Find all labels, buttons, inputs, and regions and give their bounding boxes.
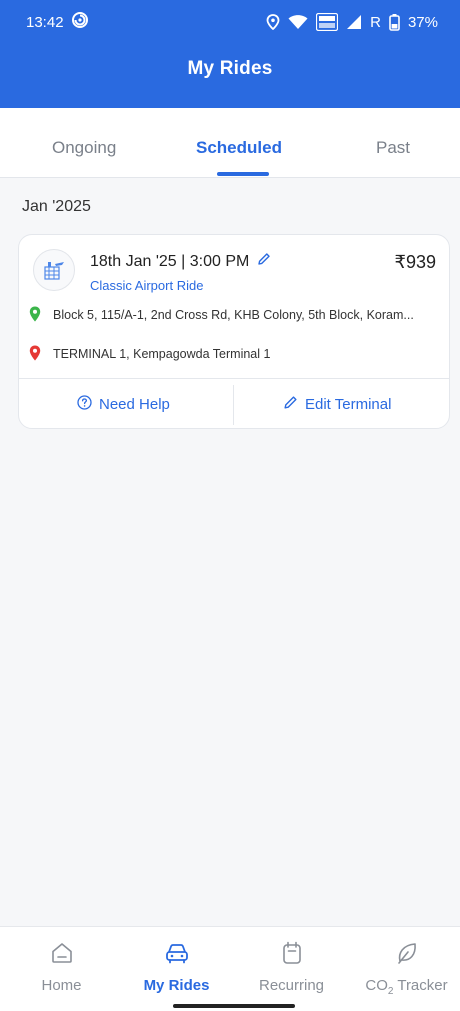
scheduled-ride-card[interactable]: 18th Jan '25 | 3:00 PM Classic Airport R… bbox=[18, 234, 450, 429]
co2-label-suffix: Tracker bbox=[393, 977, 448, 994]
card-divider bbox=[19, 378, 449, 379]
edit-time-pencil-icon[interactable] bbox=[257, 252, 271, 271]
month-heading: Jan '2025 bbox=[22, 198, 91, 215]
ride-date-text: 18th Jan '25 | 3:00 PM bbox=[90, 252, 250, 270]
actions-divider bbox=[233, 385, 234, 425]
tab-scheduled[interactable]: Scheduled bbox=[196, 138, 282, 158]
app-header: 13:42 R 37% My Rides bbox=[0, 0, 460, 108]
pencil-icon bbox=[283, 395, 298, 414]
need-help-label: Need Help bbox=[99, 396, 170, 413]
calendar-icon bbox=[281, 941, 303, 965]
roaming-label: R bbox=[370, 13, 381, 31]
app-notification-icon bbox=[71, 12, 88, 32]
nav-recurring-label: Recurring bbox=[258, 977, 325, 994]
wifi-icon bbox=[288, 14, 308, 30]
page-title: My Rides bbox=[187, 58, 273, 79]
nav-home[interactable]: Home bbox=[4, 927, 119, 1007]
pickup-pin-icon bbox=[29, 306, 41, 325]
airport-ride-icon bbox=[33, 249, 75, 291]
leaf-icon bbox=[396, 941, 418, 965]
nav-co2-tracker-label: CO2 Tracker bbox=[365, 977, 447, 997]
nav-home-label: Home bbox=[41, 977, 82, 994]
ride-tabs: Ongoing Scheduled Past bbox=[0, 108, 460, 178]
co2-label-co: CO bbox=[365, 977, 388, 994]
drop-pin-icon bbox=[29, 345, 41, 364]
battery-percent: 37% bbox=[407, 13, 438, 31]
home-icon bbox=[50, 941, 74, 965]
ride-type: Classic Airport Ride bbox=[90, 278, 204, 293]
battery-icon bbox=[389, 13, 400, 31]
status-time: 13:42 bbox=[26, 13, 64, 31]
status-right: R 37% bbox=[266, 13, 438, 31]
bottom-navigation: Home My Rides Recurring CO2 Tracker bbox=[0, 926, 460, 1011]
gesture-home-indicator[interactable] bbox=[173, 1004, 295, 1008]
nav-my-rides-label: My Rides bbox=[143, 977, 210, 994]
tab-ongoing[interactable]: Ongoing bbox=[52, 138, 116, 158]
ride-date-time: 18th Jan '25 | 3:00 PM bbox=[90, 252, 271, 271]
pickup-location-row: Block 5, 115/A-1, 2nd Cross Rd, KHB Colo… bbox=[29, 305, 443, 325]
edit-terminal-button[interactable]: Edit Terminal bbox=[283, 395, 391, 414]
drop-location-row: TERMINAL 1, Kempagowda Terminal 1 bbox=[29, 344, 443, 364]
edit-terminal-label: Edit Terminal bbox=[305, 396, 392, 413]
status-left: 13:42 bbox=[26, 12, 88, 32]
active-tab-indicator bbox=[217, 172, 269, 176]
nav-my-rides[interactable]: My Rides bbox=[119, 927, 234, 1007]
status-bar: 13:42 R 37% bbox=[0, 0, 460, 44]
help-circle-icon bbox=[77, 395, 92, 414]
pickup-address: Block 5, 115/A-1, 2nd Cross Rd, KHB Colo… bbox=[53, 308, 414, 322]
tab-past[interactable]: Past bbox=[376, 138, 410, 158]
car-icon bbox=[164, 941, 190, 965]
need-help-button[interactable]: Need Help bbox=[77, 395, 170, 414]
volte-icon bbox=[316, 13, 339, 31]
nav-recurring[interactable]: Recurring bbox=[234, 927, 349, 1007]
drop-address: TERMINAL 1, Kempagowda Terminal 1 bbox=[53, 347, 271, 361]
ride-fare: ₹939 bbox=[394, 252, 436, 272]
nav-co2-tracker[interactable]: CO2 Tracker bbox=[349, 927, 460, 1007]
location-status-icon bbox=[266, 14, 280, 30]
cell-signal-icon bbox=[346, 14, 362, 30]
